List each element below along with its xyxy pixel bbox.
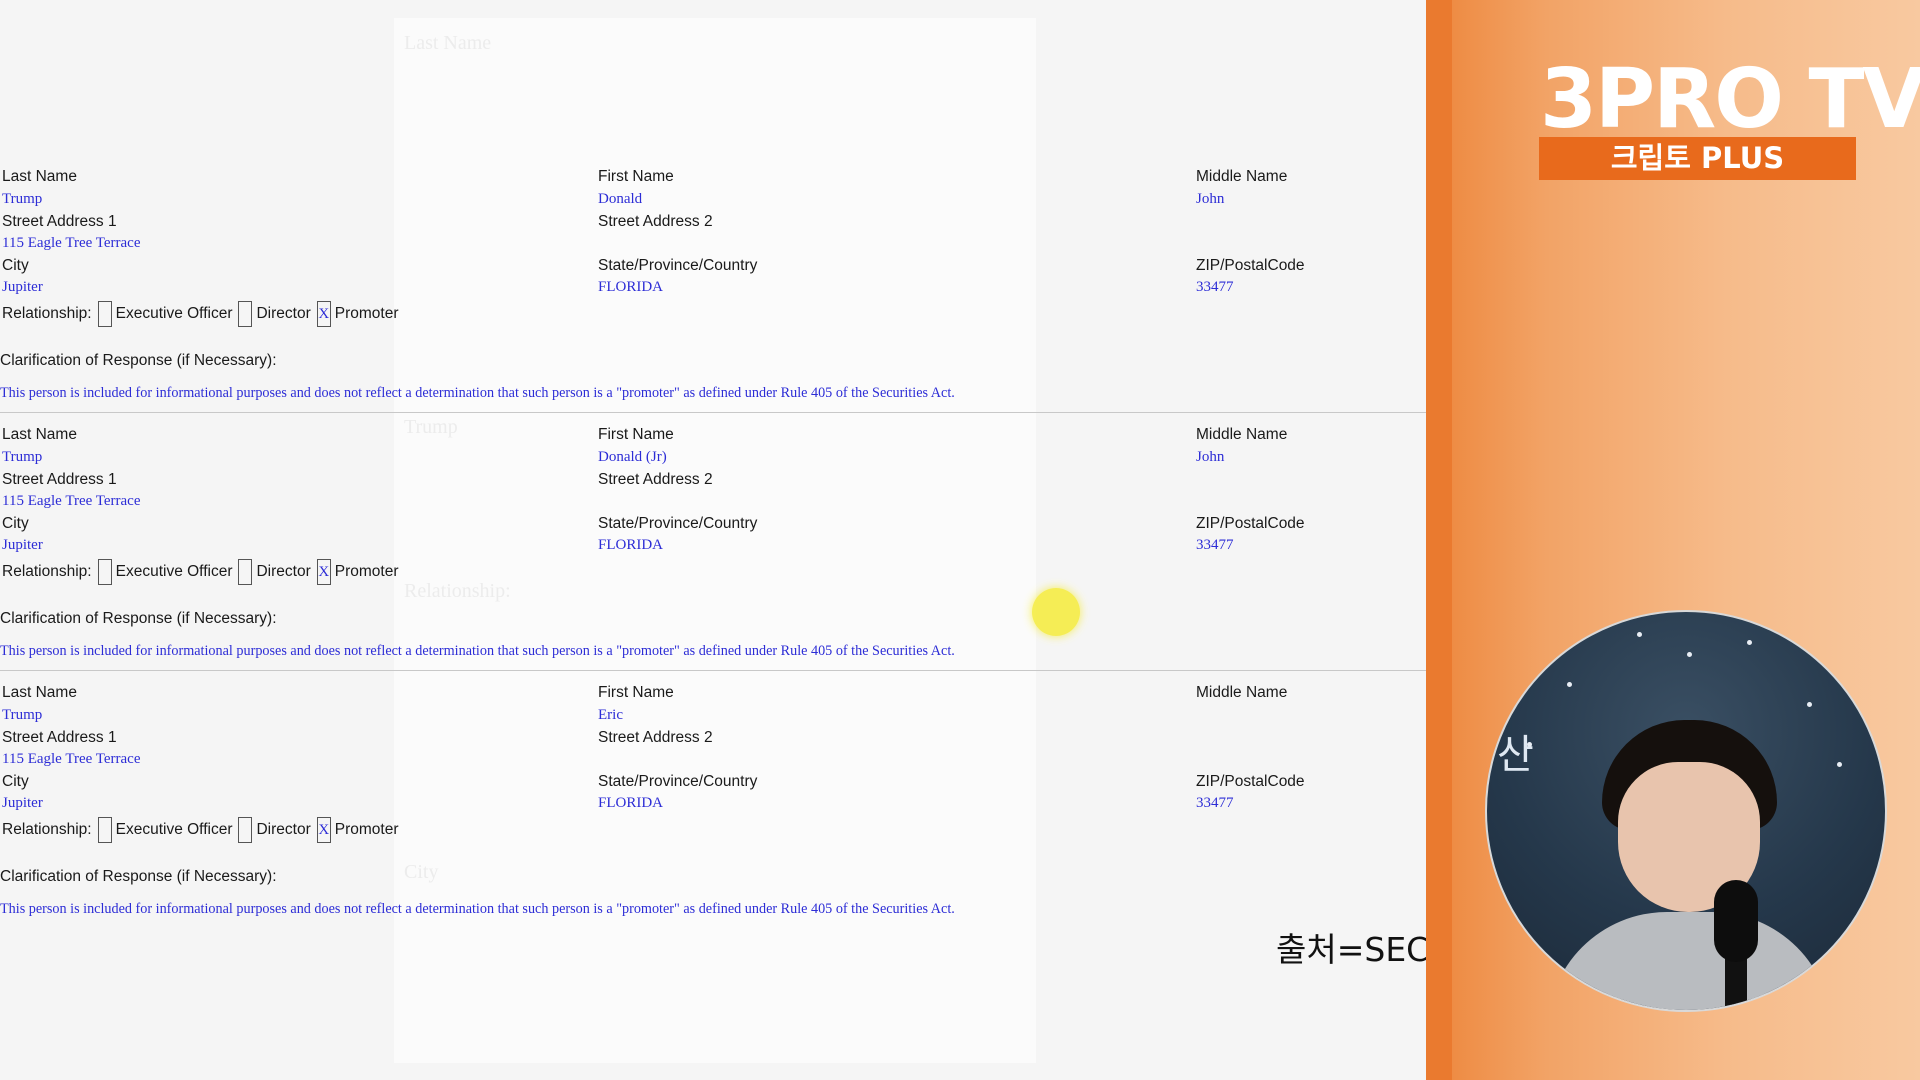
last-name-value: Trump [2,707,43,723]
director-label: Director [256,821,311,838]
state-label: State/Province/Country [598,515,758,532]
person-record: Last Name Trump First Name Donald (Jr) M… [0,413,1426,671]
source-caption: 출처=SEC [1276,930,1430,969]
state-value: FLORIDA [598,795,664,811]
middle-name-label: Middle Name [1196,684,1288,701]
clarification-text: This person is included for informationa… [0,643,955,659]
relationship-label: Relationship: [2,563,92,580]
first-name-label: First Name [598,168,674,185]
first-name-value: Donald (Jr) [598,449,667,465]
director-checkbox[interactable] [238,301,253,327]
city-label: City [2,515,29,532]
zip-label: ZIP/PostalCode [1196,515,1305,532]
street-1-value: 115 Eagle Tree Terrace [2,235,141,251]
clarification-text: This person is included for informationa… [0,901,955,917]
last-name-label: Last Name [2,168,77,185]
executive-officer-checkbox[interactable] [97,817,112,843]
promoter-checkbox[interactable]: X [316,301,331,327]
promoter-label: Promoter [334,305,399,322]
studio-light [1837,762,1842,767]
middle-name-label: Middle Name [1196,426,1288,443]
last-name-value: Trump [2,191,43,207]
clarification-text: This person is included for informationa… [0,385,955,401]
last-name-label: Last Name [2,684,77,701]
middle-name-value: John [1196,191,1225,207]
document-viewer: Last Name Trump City Relationship: Last … [0,0,1426,1080]
channel-logo: 3PRO TV [1540,52,1920,147]
webcam-backdrop-text: 산 [1497,732,1534,778]
executive-officer-label: Executive Officer [115,821,233,838]
last-name-value: Trump [2,449,43,465]
executive-officer-checkbox[interactable] [97,301,112,327]
city-value: Jupiter [2,795,43,811]
last-name-label: Last Name [2,426,77,443]
street-1-label: Street Address 1 [2,213,117,230]
clarification-label: Clarification of Response (if Necessary)… [0,868,277,885]
street-2-label: Street Address 2 [598,471,713,488]
relationship-label: Relationship: [2,305,92,322]
studio-light [1687,652,1692,657]
middle-name-value: John [1196,449,1225,465]
city-value: Jupiter [2,537,43,553]
state-value: FLORIDA [598,279,664,295]
zip-label: ZIP/PostalCode [1196,257,1305,274]
promoter-label: Promoter [334,563,399,580]
zip-label: ZIP/PostalCode [1196,773,1305,790]
state-label: State/Province/Country [598,257,758,274]
street-2-label: Street Address 2 [598,729,713,746]
panel-edge [1426,0,1452,1080]
first-name-value: Donald [598,191,643,207]
studio-light [1567,682,1572,687]
relationship-row: Relationship: Executive Officer Director… [2,301,399,327]
ghost-text: Last Name [404,32,492,54]
webcam-overlay: 산 [1485,610,1887,1012]
director-label: Director [256,305,311,322]
presenter-body [1547,912,1832,1010]
channel-sub-banner: 크립토 PLUS [1539,137,1856,180]
studio-light [1637,632,1642,637]
middle-name-label: Middle Name [1196,168,1288,185]
state-value: FLORIDA [598,537,664,553]
director-checkbox[interactable] [238,817,253,843]
zip-value: 33477 [1196,279,1234,295]
first-name-value: Eric [598,707,623,723]
cursor-highlight [1032,588,1080,636]
person-record: Last Name Trump First Name Eric Middle N… [0,671,1426,929]
clarification-label: Clarification of Response (if Necessary)… [0,352,277,369]
relationship-label: Relationship: [2,821,92,838]
street-1-value: 115 Eagle Tree Terrace [2,493,141,509]
first-name-label: First Name [598,426,674,443]
street-1-label: Street Address 1 [2,729,117,746]
zip-value: 33477 [1196,795,1234,811]
relationship-row: Relationship: Executive Officer Director… [2,817,399,843]
zip-value: 33477 [1196,537,1234,553]
city-value: Jupiter [2,279,43,295]
studio-light [1807,702,1812,707]
city-label: City [2,773,29,790]
first-name-label: First Name [598,684,674,701]
person-record: Last Name Trump First Name Donald Middle… [0,155,1426,413]
promoter-checkbox[interactable]: X [316,559,331,585]
street-2-label: Street Address 2 [598,213,713,230]
studio-light [1747,640,1752,645]
executive-officer-label: Executive Officer [115,305,233,322]
relationship-row: Relationship: Executive Officer Director… [2,559,399,585]
city-label: City [2,257,29,274]
director-label: Director [256,563,311,580]
promoter-checkbox[interactable]: X [316,817,331,843]
promoter-label: Promoter [334,821,399,838]
director-checkbox[interactable] [238,559,253,585]
street-1-label: Street Address 1 [2,471,117,488]
microphone-stand [1725,957,1747,1010]
state-label: State/Province/Country [598,773,758,790]
executive-officer-label: Executive Officer [115,563,233,580]
clarification-label: Clarification of Response (if Necessary)… [0,610,277,627]
microphone-icon [1714,880,1758,962]
executive-officer-checkbox[interactable] [97,559,112,585]
street-1-value: 115 Eagle Tree Terrace [2,751,141,767]
